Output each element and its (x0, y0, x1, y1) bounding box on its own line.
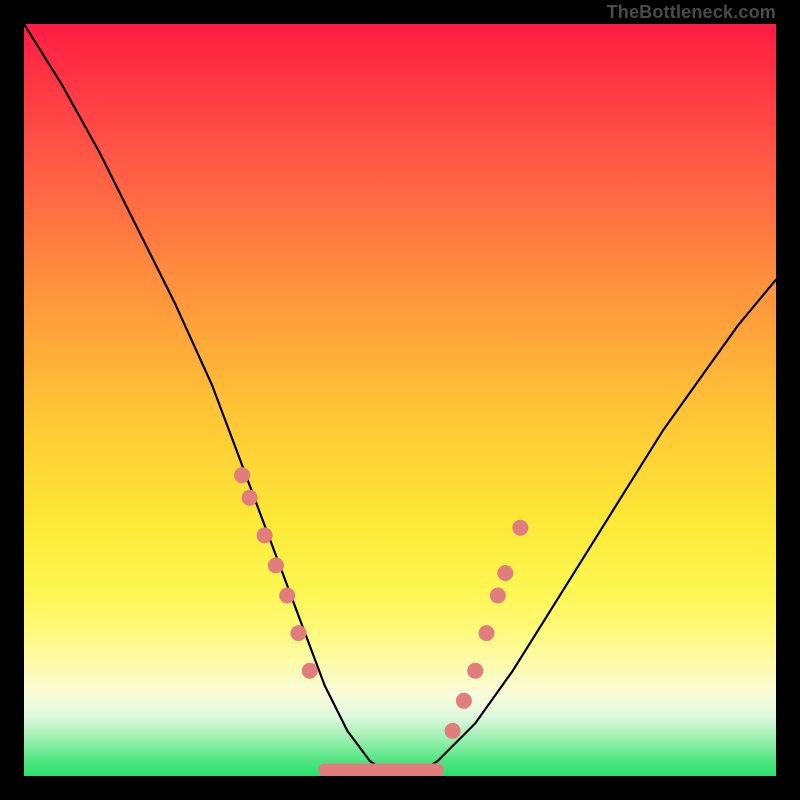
data-marker (234, 467, 250, 483)
data-marker (497, 565, 513, 581)
chart-frame: TheBottleneck.com (0, 0, 800, 800)
data-marker (467, 663, 483, 679)
data-marker (268, 557, 284, 573)
data-marker (257, 527, 273, 543)
data-marker (242, 490, 258, 506)
watermark-text: TheBottleneck.com (607, 0, 776, 24)
plot-area (24, 24, 776, 776)
data-marker (512, 520, 528, 536)
data-marker (445, 723, 461, 739)
data-marker (291, 625, 307, 641)
bottleneck-curve (24, 24, 776, 776)
chart-svg (24, 24, 776, 776)
data-marker (490, 588, 506, 604)
data-marker (456, 693, 472, 709)
data-marker (479, 625, 495, 641)
data-marker (279, 588, 295, 604)
data-marker (302, 663, 318, 679)
markers-left (234, 467, 318, 679)
